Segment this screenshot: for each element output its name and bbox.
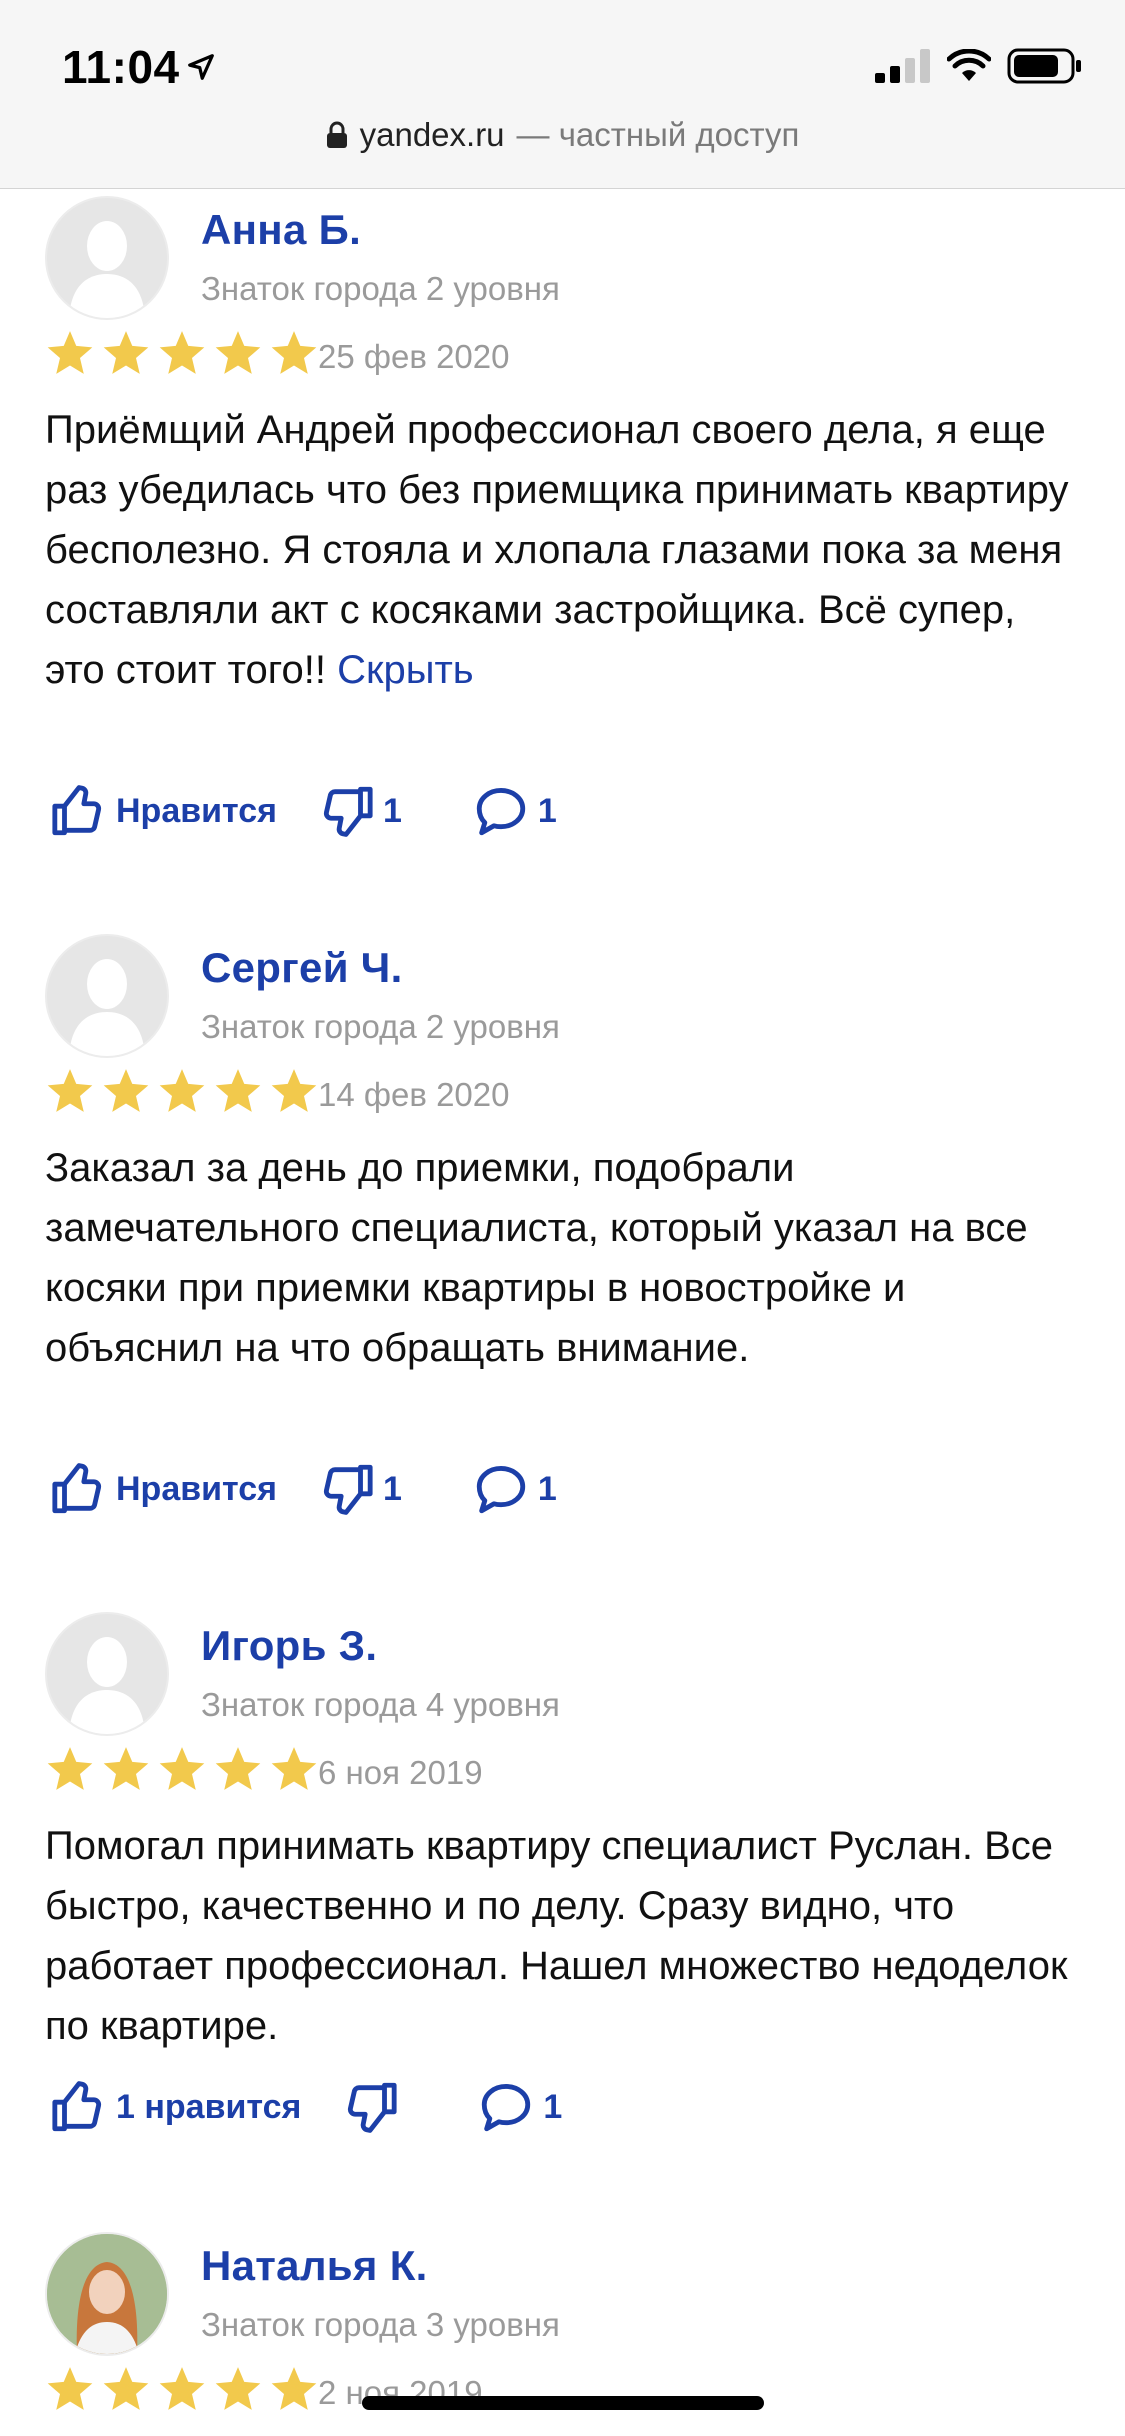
comment-bubble-icon [476, 788, 526, 836]
star-icon [103, 2367, 149, 2410]
hide-link[interactable]: Скрыть [337, 648, 474, 692]
thumbs-down-icon [348, 2082, 397, 2133]
star-icon [271, 2367, 317, 2410]
star-icon [215, 1747, 261, 1790]
star-icon [271, 1747, 317, 1790]
comment-button[interactable]: 1 [477, 2078, 562, 2136]
user-silhouette-icon [69, 221, 145, 318]
comment-button[interactable]: 1 [472, 782, 557, 840]
avatar-placeholder[interactable] [45, 934, 169, 1058]
star-icon [215, 331, 261, 374]
dislike-count: 1 [383, 791, 402, 830]
review-text: Приёмщий Андрей профессионал своего дела… [45, 400, 1085, 700]
user-silhouette-icon [69, 959, 145, 1056]
home-indicator[interactable] [362, 2396, 764, 2410]
avatar-placeholder[interactable] [45, 196, 169, 320]
battery-icon [1007, 48, 1081, 84]
dislike-button[interactable]: 1 [317, 782, 402, 840]
comment-bubble-icon [482, 2084, 531, 2132]
like-label: Нравится [116, 791, 277, 830]
like-label: Нравится [116, 1469, 277, 1508]
review-actions: Нравится 1 1 [50, 782, 557, 840]
location-arrow-icon [187, 54, 214, 80]
time-label: 11:04 [62, 41, 180, 93]
star-icon [47, 1747, 93, 1790]
review-actions: 1 нравится 1 [50, 2078, 562, 2136]
rating-stars [45, 2364, 319, 2414]
star-icon [159, 2367, 205, 2410]
reviewer-name[interactable]: Сергей Ч. [201, 944, 403, 992]
comment-count: 1 [543, 2087, 563, 2126]
url-domain: yandex.ru [359, 116, 505, 153]
star-icon [159, 1069, 205, 1112]
star-icon [215, 2367, 261, 2410]
reviewer-level: Знаток города 3 уровня [201, 2306, 560, 2343]
url-bar[interactable]: yandex.ru — частный доступ [0, 116, 1125, 154]
comment-bubble-icon [476, 1466, 526, 1514]
comment-button[interactable]: 1 [472, 1460, 557, 1518]
review-date: 14 фев 2020 [318, 1076, 510, 1113]
star-icon [47, 331, 93, 374]
avatar-placeholder[interactable] [45, 1612, 169, 1736]
reviewer-level: Знаток города 4 уровня [201, 1686, 560, 1723]
review-body: Заказал за день до приемки, подобрали за… [45, 1146, 1028, 1370]
star-icon [159, 1747, 205, 1790]
lock-icon [326, 121, 347, 148]
star-icon [47, 2367, 93, 2410]
review-actions: Нравится 1 1 [50, 1460, 557, 1518]
star-icon [103, 1069, 149, 1112]
rating-stars [45, 1744, 319, 1794]
star-icon [159, 331, 205, 374]
status-time: 11:04 [62, 40, 216, 94]
reviewer-name[interactable]: Наталья К. [201, 2242, 428, 2290]
wifi-icon [947, 49, 991, 81]
star-icon [103, 331, 149, 374]
dislike-button[interactable]: 1 [317, 1460, 402, 1518]
review-date: 6 ноя 2019 [318, 1754, 483, 1791]
dislike-button[interactable] [341, 2078, 407, 2136]
rating-stars [45, 328, 319, 378]
star-icon [271, 331, 317, 374]
review-text: Заказал за день до приемки, подобрали за… [45, 1138, 1085, 1378]
url-suffix: — частный доступ [516, 116, 800, 153]
dislike-count: 1 [383, 1469, 402, 1508]
like-button[interactable]: Нравится [50, 1460, 277, 1518]
thumbs-up-icon [52, 1463, 102, 1514]
thumbs-up-icon [52, 2081, 102, 2132]
reviewer-level: Знаток города 2 уровня [201, 270, 560, 307]
review-date: 25 фев 2020 [318, 338, 510, 375]
thumbs-down-icon [323, 786, 373, 837]
star-icon [215, 1069, 261, 1112]
star-icon [47, 1069, 93, 1112]
comment-count: 1 [537, 791, 557, 830]
review-body: Помогал принимать квартиру специалист Ру… [45, 1824, 1068, 2048]
browser-header: 11:04 yandex.ru — частный доступ [0, 0, 1125, 189]
like-button[interactable]: Нравится [50, 782, 277, 840]
reviewer-level: Знаток города 2 уровня [201, 1008, 560, 1045]
cellular-signal-icon [875, 49, 930, 83]
like-label: 1 нравится [116, 2087, 302, 2126]
rating-stars [45, 1066, 319, 1116]
thumbs-up-icon [52, 785, 102, 836]
reviewer-name[interactable]: Игорь З. [201, 1622, 377, 1670]
reviewer-name[interactable]: Анна Б. [201, 206, 361, 254]
user-photo-icon [47, 2234, 167, 2354]
avatar-photo[interactable] [45, 2232, 169, 2356]
user-silhouette-icon [69, 1637, 145, 1734]
star-icon [103, 1747, 149, 1790]
like-button[interactable]: 1 нравится [50, 2078, 301, 2136]
review-body: Приёмщий Андрей профессионал своего дела… [45, 408, 1069, 692]
status-icons [875, 48, 1083, 84]
review-text: Помогал принимать квартиру специалист Ру… [45, 1816, 1085, 2056]
comment-count: 1 [537, 1469, 557, 1508]
star-icon [271, 1069, 317, 1112]
thumbs-down-icon [323, 1464, 373, 1515]
